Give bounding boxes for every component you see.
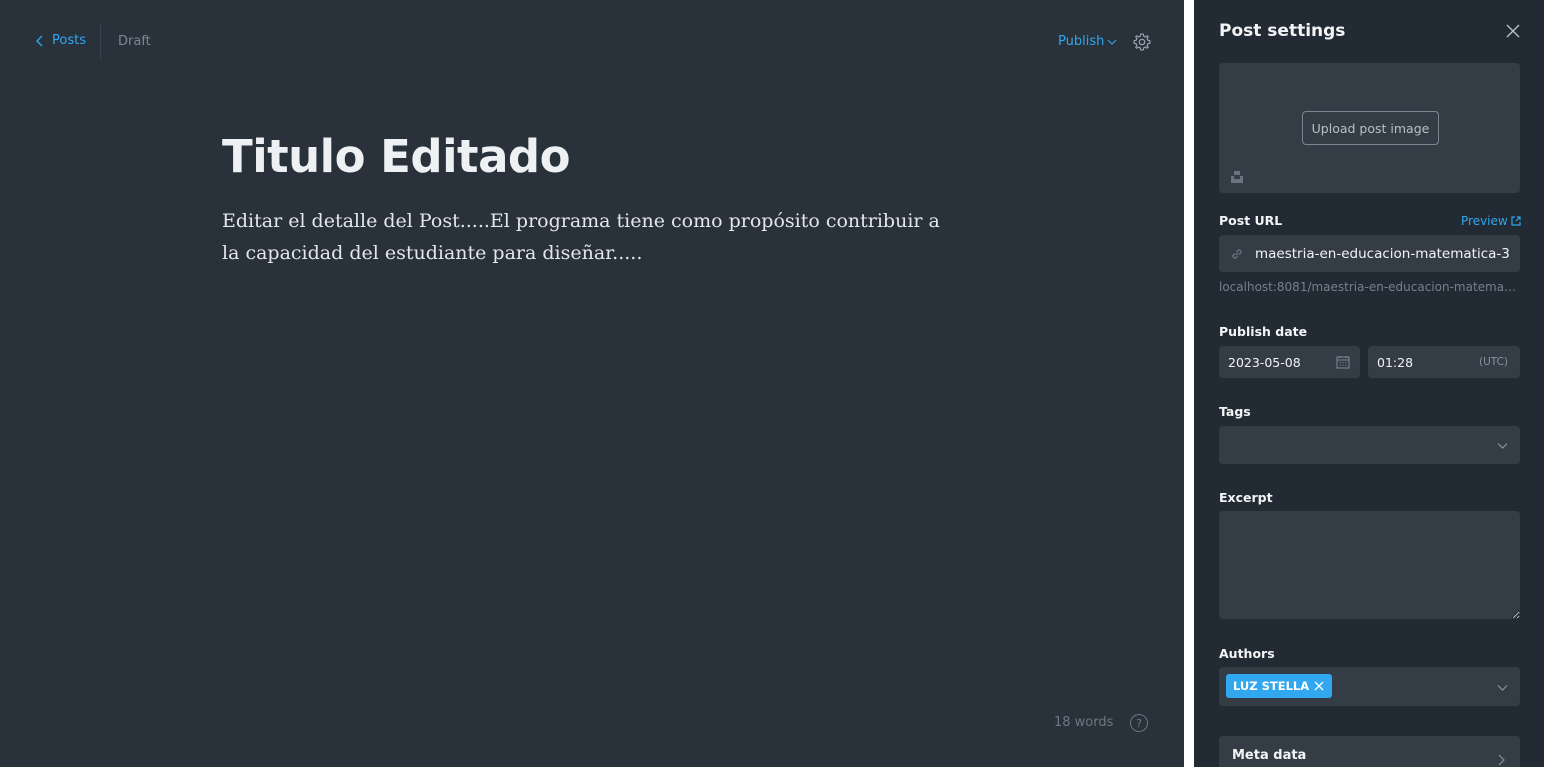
chevron-down-icon <box>1497 684 1508 691</box>
authors-label: Authors <box>1219 646 1275 661</box>
chevron-down-icon <box>1497 443 1508 449</box>
gear-icon[interactable] <box>1132 32 1152 52</box>
editor-topbar: Posts Draft Publish <box>0 0 1184 84</box>
chevron-down-icon <box>1107 39 1117 45</box>
topbar-divider <box>100 24 101 60</box>
timezone-label: (UTC) <box>1478 356 1508 368</box>
unsplash-icon[interactable] <box>1230 170 1244 184</box>
publish-date-input[interactable]: 2023-05-08 <box>1219 346 1360 378</box>
panel-title: Post settings <box>1219 21 1346 41</box>
chevron-right-icon <box>1498 754 1505 766</box>
publish-label: Publish <box>1058 34 1105 49</box>
publish-time-input[interactable]: 01:28 (UTC) <box>1368 346 1520 378</box>
editor-area: Posts Draft Publish Titulo Editado Edita… <box>0 0 1184 767</box>
excerpt-textarea[interactable] <box>1219 511 1520 619</box>
tags-label: Tags <box>1219 404 1251 419</box>
post-url-full: localhost:8081/maestria-en-educacion-mat… <box>1219 280 1519 294</box>
word-count: 18 words <box>1054 715 1114 730</box>
calendar-icon[interactable] <box>1336 355 1350 369</box>
remove-author-icon[interactable] <box>1314 681 1324 691</box>
publish-button[interactable]: Publish <box>1058 34 1117 49</box>
post-title[interactable]: Titulo Editado <box>222 130 571 183</box>
date-value: 2023-05-08 <box>1228 354 1301 370</box>
preview-link[interactable]: Preview <box>1461 214 1521 228</box>
post-body[interactable]: Editar el detalle del Post.....El progra… <box>222 205 942 269</box>
close-icon[interactable] <box>1505 23 1521 39</box>
authors-select[interactable]: LUZ STELLA <box>1219 667 1520 706</box>
author-name: LUZ STELLA <box>1233 679 1310 693</box>
post-url-input[interactable] <box>1255 245 1515 262</box>
back-link-label: Posts <box>52 33 86 48</box>
help-icon[interactable]: ? <box>1130 714 1148 732</box>
preview-label: Preview <box>1461 214 1508 228</box>
upload-post-image-button[interactable]: Upload post image <box>1302 111 1439 145</box>
link-icon <box>1232 248 1242 259</box>
meta-data-row[interactable]: Meta data <box>1219 736 1520 767</box>
meta-data-label: Meta data <box>1232 748 1307 763</box>
publish-date-label: Publish date <box>1219 324 1308 339</box>
external-link-icon <box>1511 216 1521 226</box>
chevron-left-icon <box>36 35 43 46</box>
post-url-label: Post URL <box>1219 213 1283 228</box>
back-to-posts-link[interactable]: Posts <box>34 33 86 48</box>
author-chip[interactable]: LUZ STELLA <box>1226 674 1333 698</box>
post-settings-panel: Post settings Upload post image Post URL… <box>1194 0 1544 767</box>
time-value: 01:28 <box>1377 354 1414 370</box>
panel-separator <box>1184 0 1194 767</box>
excerpt-label: Excerpt <box>1219 490 1273 505</box>
post-url-field[interactable] <box>1219 235 1520 272</box>
post-image-dropzone[interactable]: Upload post image <box>1219 63 1520 193</box>
tags-select[interactable] <box>1219 426 1520 464</box>
post-status: Draft <box>118 34 151 49</box>
